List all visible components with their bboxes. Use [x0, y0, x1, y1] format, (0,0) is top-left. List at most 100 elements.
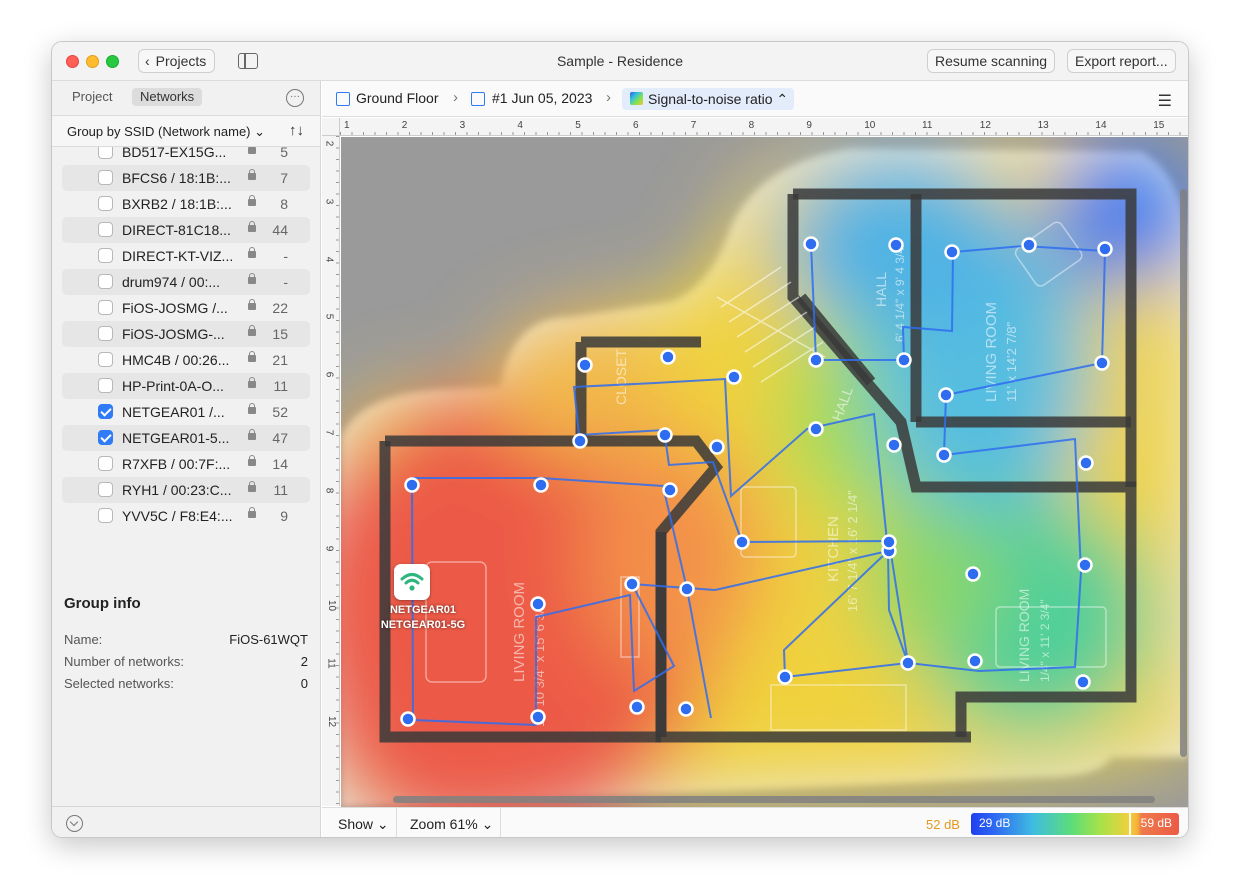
chevron-left-icon: ‹ [145, 53, 150, 69]
minimize-window-button[interactable] [86, 55, 99, 68]
divider [500, 808, 501, 837]
legend-threshold-marker[interactable] [1129, 813, 1131, 835]
access-point-label-1: NETGEAR01 [389, 604, 457, 616]
legend-threshold-value: 52 dB [926, 817, 960, 832]
network-checkbox[interactable] [98, 378, 113, 393]
ruler-top-label: 6 [633, 120, 639, 131]
heatmap-canvas[interactable]: CLOSET HALL 6' 4 1/4" x 9' 4 3/4" HALL L… [341, 137, 1188, 807]
network-list[interactable]: BD517-EX15G... 5 BFCS6 / 18:1B:... 7 BXRB2 /… [52, 147, 320, 570]
ruler-left-label: 11 [325, 658, 337, 669]
network-list-item[interactable]: BXRB2 / 18:1B:... 8 [62, 191, 310, 217]
sidebar-toggle-icon[interactable] [238, 53, 258, 69]
ruler-left-label: 3 [323, 198, 335, 205]
network-name: BXRB2 / 18:1B:... [122, 196, 232, 212]
network-list-item[interactable]: BFCS6 / 18:1B:... 7 [62, 165, 310, 191]
lock-icon [248, 195, 256, 206]
network-checkbox[interactable] [98, 430, 113, 445]
visualization-selector[interactable]: Signal-to-noise ratio ⌃ [622, 88, 795, 110]
heatmap-icon [630, 92, 643, 105]
lock-icon [248, 429, 256, 440]
network-count: 52 [272, 404, 288, 420]
network-checkbox[interactable] [98, 352, 113, 367]
ruler-top: 1 2 3 4 5 6 7 8 9 10 11 12 13 14 15 [340, 118, 1188, 136]
ruler-left-label: 10 [326, 600, 338, 612]
network-list-item[interactable]: FiOS-JOSMG-... 15 [62, 321, 310, 347]
sliders-icon[interactable]: ☰ [1158, 91, 1172, 111]
show-menu-button[interactable]: Show ⌄ [338, 816, 389, 833]
ruler-left: 2 3 4 5 6 7 8 9 10 11 12 [322, 136, 340, 806]
network-count: 9 [280, 508, 288, 524]
network-checkbox[interactable] [98, 404, 113, 419]
group-info-selected-row: Selected networks: 0 [64, 676, 308, 691]
more-options-icon[interactable]: ··· [286, 89, 304, 107]
network-checkbox[interactable] [98, 248, 113, 263]
chevron-down-icon: ⌄ [477, 816, 494, 832]
chevron-right-icon: › [606, 89, 611, 106]
network-checkbox[interactable] [98, 170, 113, 185]
network-list-item[interactable]: RYH1 / 00:23:C... 11 [62, 477, 310, 503]
network-list-item[interactable]: YVV5C / F8:E4:... 9 [62, 503, 310, 529]
sidebar-footer [52, 806, 320, 837]
lock-icon [248, 351, 256, 362]
ruler-top-label: 12 [979, 120, 991, 131]
network-checkbox[interactable] [98, 147, 113, 159]
network-list-item[interactable]: drum974 / 00:... - [62, 269, 310, 295]
network-checkbox[interactable] [98, 196, 113, 211]
network-list-item[interactable]: HMC4B / 00:26... 21 [62, 347, 310, 373]
title-bar: ‹ Projects Sample - Residence Resume sca… [52, 42, 1188, 81]
zoom-window-button[interactable] [106, 55, 119, 68]
floor-plan-icon [336, 92, 350, 106]
ruler-top-label: 4 [517, 120, 523, 131]
network-checkbox[interactable] [98, 222, 113, 237]
lock-icon [248, 377, 256, 388]
group-by-bar: Group by SSID (Network name) ⌄ ↑↓ [52, 115, 320, 147]
network-list-item[interactable]: DIRECT-81C18... 44 [62, 217, 310, 243]
access-point-label-2: NETGEAR01-5G [380, 619, 466, 631]
network-list-item[interactable]: NETGEAR01-5... 47 [62, 425, 310, 451]
lock-icon [248, 299, 256, 310]
breadcrumb-floor[interactable]: Ground Floor [356, 90, 438, 106]
network-checkbox[interactable] [98, 326, 113, 341]
network-checkbox[interactable] [98, 456, 113, 471]
zoom-menu-button[interactable]: Zoom 61% ⌄ [410, 816, 493, 833]
network-checkbox[interactable] [98, 300, 113, 315]
network-list-item[interactable]: FiOS-JOSMG /... 22 [62, 295, 310, 321]
network-checkbox[interactable] [98, 482, 113, 497]
export-report-button[interactable]: Export report... [1067, 49, 1176, 73]
tab-project[interactable]: Project [64, 88, 120, 106]
network-list-item[interactable]: DIRECT-KT-VIZ... - [62, 243, 310, 269]
chevron-down-circle-icon[interactable] [66, 815, 83, 832]
sort-icon[interactable]: ↑↓ [289, 122, 304, 139]
lock-icon [248, 221, 256, 232]
group-info-panel: Group info Name: FiOS-61WQT Number of ne… [52, 570, 320, 800]
group-info-count-row: Number of networks: 2 [64, 654, 308, 669]
group-by-dropdown[interactable]: Group by SSID (Network name) ⌄ [67, 124, 265, 140]
horizontal-scrollbar[interactable] [393, 796, 1155, 803]
network-list-item[interactable]: HP-Print-0A-O... 11 [62, 373, 310, 399]
survey-icon [471, 92, 485, 106]
tab-networks[interactable]: Networks [132, 88, 203, 106]
breadcrumb-survey[interactable]: #1 Jun 05, 2023 [492, 90, 592, 106]
room-label-living-left: LIVING ROOM [511, 582, 528, 682]
network-list-item[interactable]: NETGEAR01 /... 52 [62, 399, 310, 425]
breadcrumb: Ground Floor › #1 Jun 05, 2023 › Signal-… [322, 81, 1188, 117]
updown-chevron-icon: ⌃ [776, 91, 789, 107]
back-to-projects-button[interactable]: ‹ Projects [138, 49, 216, 73]
network-count: 47 [272, 430, 288, 446]
network-count: 8 [280, 196, 288, 212]
network-checkbox[interactable] [98, 274, 113, 289]
network-count: 44 [272, 222, 288, 238]
network-checkbox[interactable] [98, 508, 113, 523]
network-name: HP-Print-0A-O... [122, 378, 224, 394]
ruler-top-label: 2 [401, 120, 408, 131]
network-list-item[interactable]: BD517-EX15G... 5 [62, 147, 310, 165]
vertical-scrollbar[interactable] [1180, 189, 1187, 757]
resume-scanning-button[interactable]: Resume scanning [927, 49, 1056, 73]
network-name: BD517-EX15G... [122, 147, 227, 160]
legend-color-scale[interactable]: 29 dB 59 dB [971, 813, 1179, 835]
group-info-title: Group info [64, 595, 141, 612]
close-window-button[interactable] [66, 55, 79, 68]
access-point-badge[interactable] [394, 564, 430, 600]
network-count: 21 [272, 352, 288, 368]
network-list-item[interactable]: R7XFB / 00:7F:... 14 [62, 451, 310, 477]
